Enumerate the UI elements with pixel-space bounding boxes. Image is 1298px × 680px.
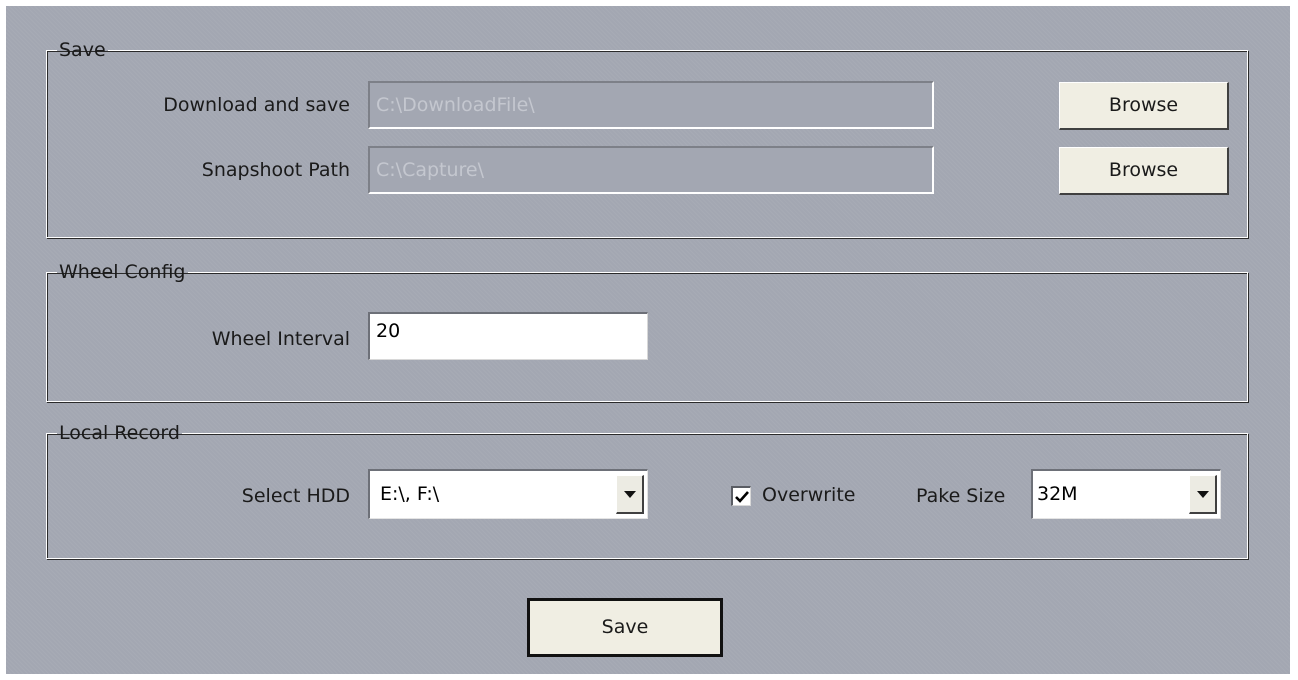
save-group-legend: Save [59,39,106,61]
download-path-field[interactable]: C:\DownloadFile\ [368,81,934,129]
wheel-interval-label: Wheel Interval [211,328,350,350]
select-hdd-chevron-down-icon[interactable] [616,475,644,514]
settings-panel: Save Download and save C:\DownloadFile\ … [6,6,1290,674]
local-record-legend: Local Record [59,422,180,444]
download-browse-button[interactable]: Browse [1059,82,1229,130]
snapshot-path-field[interactable]: C:\Capture\ [368,146,934,194]
wheel-config-legend: Wheel Config [59,261,186,283]
checkmark-icon [735,491,749,503]
save-group: Save [46,40,1248,238]
select-hdd-value: E:\, F:\ [380,483,440,505]
select-hdd-dropdown[interactable]: E:\, F:\ [368,469,648,519]
overwrite-checkbox[interactable] [731,486,751,506]
overwrite-label: Overwrite [762,484,856,506]
download-path-label: Download and save [163,94,350,116]
wheel-interval-input[interactable]: 20 [368,312,648,360]
save-button[interactable]: Save [527,598,723,657]
pack-size-value: 32M [1037,483,1078,505]
select-hdd-label: Select HDD [241,485,350,507]
pack-size-label: Pake Size [916,485,1006,507]
snapshot-browse-button[interactable]: Browse [1059,147,1229,195]
snapshot-path-label: Snapshoot Path [201,159,350,181]
pack-size-dropdown[interactable]: 32M [1031,469,1221,519]
pack-size-chevron-down-icon[interactable] [1189,475,1217,514]
